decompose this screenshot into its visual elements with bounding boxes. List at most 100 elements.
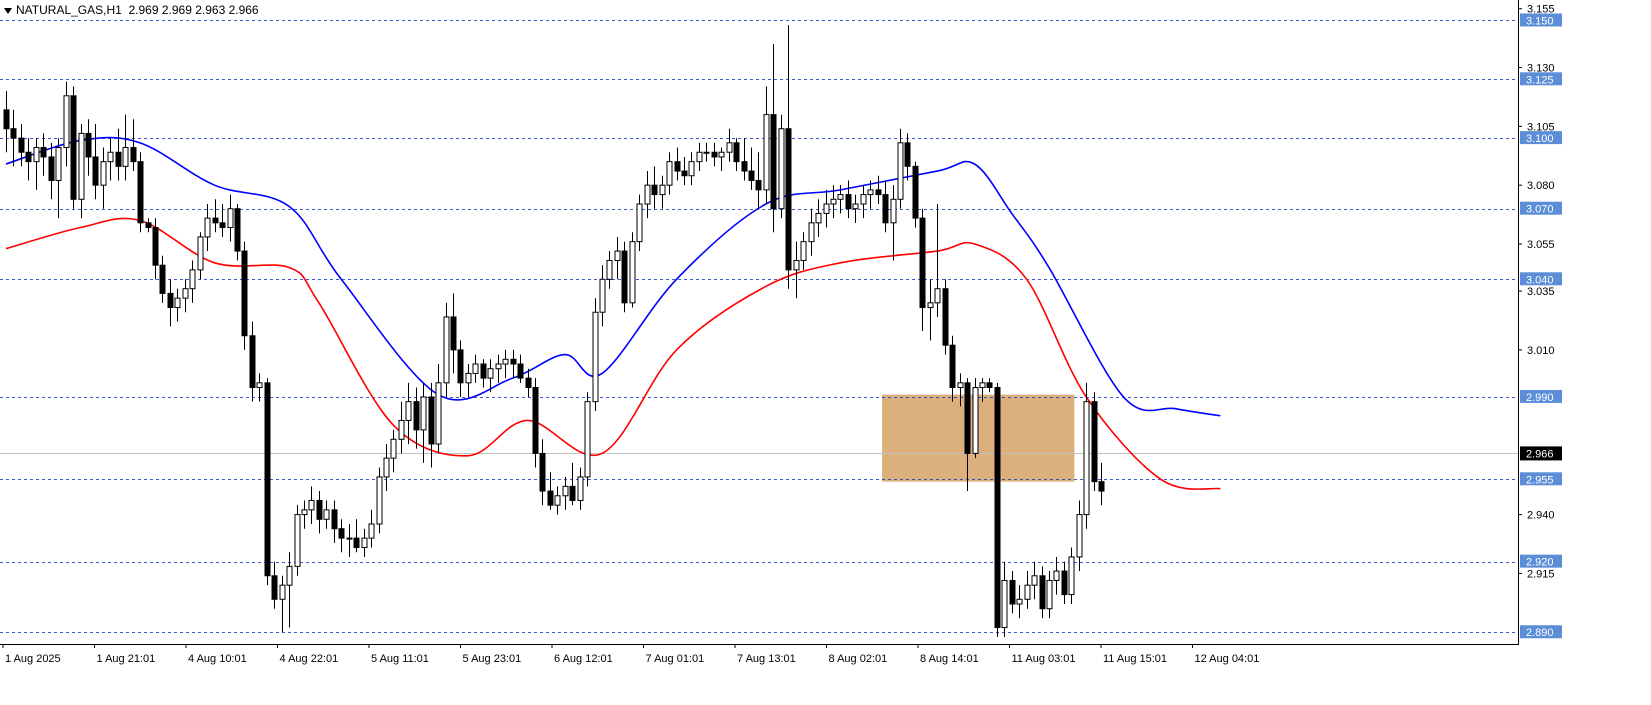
bull-candle-body bbox=[279, 584, 286, 600]
candle bbox=[986, 378, 993, 393]
candle bbox=[800, 232, 807, 270]
bull-candle-body bbox=[189, 269, 196, 290]
bull-candle-body bbox=[100, 161, 107, 186]
candle bbox=[301, 500, 308, 529]
bull-candle-body bbox=[554, 495, 561, 506]
bear-candle-body bbox=[428, 396, 435, 445]
candle bbox=[70, 86, 77, 209]
candle bbox=[681, 156, 688, 186]
bull-candle-body bbox=[703, 151, 710, 154]
candle bbox=[659, 175, 666, 209]
candle bbox=[785, 25, 792, 289]
price-chart[interactable]: 3.1553.1303.1053.0803.0553.0353.0102.940… bbox=[0, 0, 1651, 705]
bear-candle-body bbox=[450, 316, 457, 351]
bull-candle-body bbox=[927, 302, 934, 309]
bull-candle-body bbox=[294, 514, 301, 567]
bull-candle-body bbox=[979, 382, 986, 389]
candle bbox=[450, 293, 457, 374]
bull-candle-body bbox=[390, 438, 397, 459]
candle bbox=[875, 175, 882, 204]
bull-candle-body bbox=[472, 363, 479, 374]
chart-frame bbox=[0, 0, 1519, 645]
candle bbox=[934, 204, 941, 317]
candle bbox=[927, 279, 934, 341]
candle bbox=[606, 251, 613, 289]
bear-candle-body bbox=[733, 142, 740, 163]
candle bbox=[85, 119, 92, 176]
current-price-label: 2.966 bbox=[1526, 448, 1554, 460]
candle bbox=[949, 335, 956, 402]
candle bbox=[420, 382, 427, 463]
candle bbox=[860, 185, 867, 219]
fast-moving-average-line bbox=[5, 136, 1221, 417]
level-price-label: 2.990 bbox=[1526, 392, 1554, 404]
bear-candle-body bbox=[539, 452, 546, 492]
candle bbox=[361, 528, 368, 557]
candle bbox=[919, 208, 926, 332]
candle bbox=[256, 373, 263, 402]
bear-candle-body bbox=[159, 264, 166, 294]
bear-candle-body bbox=[532, 387, 539, 454]
bull-candle-body bbox=[465, 372, 472, 384]
candle bbox=[852, 194, 859, 223]
bull-candle-body bbox=[1031, 575, 1038, 586]
bear-candle-body bbox=[219, 222, 226, 229]
bear-candle-body bbox=[353, 537, 360, 549]
bear-candle-body bbox=[145, 222, 152, 229]
candle bbox=[808, 208, 815, 256]
level-price-label: 2.920 bbox=[1526, 557, 1554, 569]
candle bbox=[539, 439, 546, 506]
candle bbox=[457, 340, 464, 397]
bull-candle-body bbox=[286, 565, 293, 586]
bull-candle-body bbox=[592, 311, 599, 403]
candle bbox=[770, 44, 777, 233]
bear-candle-body bbox=[249, 335, 256, 389]
bull-candle-body bbox=[346, 537, 353, 540]
candle bbox=[569, 462, 576, 506]
x-tick-label: 8 Aug 14:01 bbox=[920, 653, 979, 665]
bull-candle-body bbox=[688, 161, 695, 177]
bull-candle-body bbox=[1068, 556, 1075, 596]
x-tick-label: 1 Aug 2025 bbox=[5, 653, 61, 665]
bull-candle-body bbox=[584, 401, 591, 478]
candle bbox=[279, 575, 286, 633]
candle bbox=[398, 401, 405, 454]
bull-candle-body bbox=[443, 316, 450, 384]
bull-candle-body bbox=[562, 485, 569, 497]
x-tick-label: 4 Aug 22:01 bbox=[280, 653, 339, 665]
bull-candle-body bbox=[1024, 584, 1031, 600]
bear-candle-body bbox=[569, 485, 576, 501]
level-price-label: 3.070 bbox=[1526, 204, 1554, 216]
bear-candle-body bbox=[1061, 570, 1068, 596]
bear-candle-body bbox=[212, 217, 219, 224]
bull-candle-body bbox=[368, 523, 375, 539]
candle bbox=[651, 166, 658, 209]
candle bbox=[48, 142, 55, 200]
y-tick-label: 3.080 bbox=[1527, 180, 1555, 192]
candle bbox=[644, 171, 651, 219]
candle bbox=[241, 241, 248, 350]
candle bbox=[845, 180, 852, 219]
bear-candle-body bbox=[785, 128, 792, 271]
candle bbox=[286, 552, 293, 628]
bull-candle-body bbox=[800, 241, 807, 261]
bull-candle-body bbox=[107, 151, 114, 163]
candle bbox=[472, 354, 479, 383]
candle bbox=[25, 138, 32, 181]
candle bbox=[1016, 585, 1023, 619]
bear-candle-body bbox=[621, 250, 628, 304]
bull-candle-body bbox=[614, 250, 621, 261]
bull-candle-body bbox=[778, 128, 785, 210]
bull-candle-body bbox=[659, 184, 666, 196]
x-tick-label: 11 Aug 03:01 bbox=[1012, 653, 1076, 665]
candle bbox=[323, 500, 330, 529]
bear-candle-body bbox=[40, 147, 47, 158]
candle bbox=[711, 142, 718, 167]
x-tick-label: 7 Aug 01:01 bbox=[646, 653, 705, 665]
candle bbox=[547, 472, 554, 510]
bear-candle-body bbox=[1091, 401, 1098, 483]
bull-candle-body bbox=[376, 476, 383, 525]
bear-candle-body bbox=[130, 147, 137, 163]
bear-candle-body bbox=[85, 132, 92, 158]
bear-candle-body bbox=[875, 189, 882, 196]
